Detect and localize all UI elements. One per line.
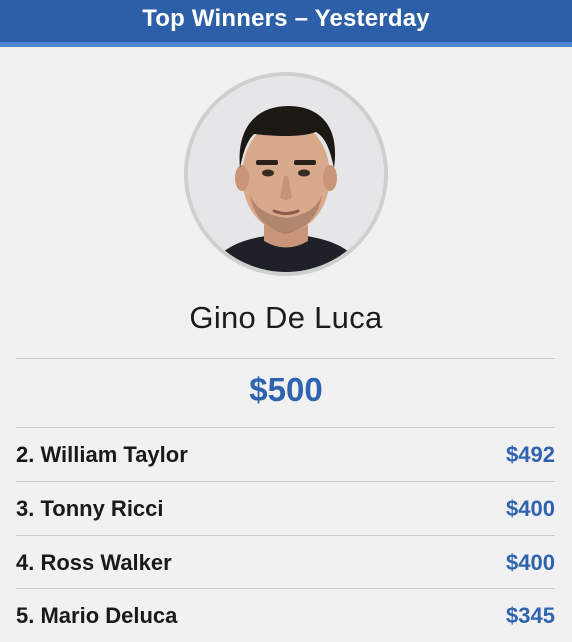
divider [16, 358, 555, 359]
winner-photo [188, 76, 384, 272]
list-item: 3. Tonny Ricci $400 [16, 482, 555, 535]
rank-amount: $400 [506, 549, 555, 575]
rank-amount: $345 [506, 602, 555, 628]
rank-name: 2. William Taylor [16, 441, 188, 467]
rank-name: 4. Ross Walker [16, 549, 172, 575]
avatar [184, 72, 388, 276]
rank-name: 3. Tonny Ricci [16, 495, 164, 521]
rank-name: 5. Mario Deluca [16, 602, 178, 628]
list-item: 2. William Taylor $492 [16, 428, 555, 481]
rank-amount: $400 [506, 495, 555, 521]
list-item: 5. Mario Deluca $345 [16, 589, 555, 642]
list-item: 4. Ross Walker $400 [16, 536, 555, 589]
winner-name: Gino De Luca [189, 300, 383, 335]
header-bar: Top Winners – Yesterday [0, 0, 572, 47]
profile-photo-icon [188, 76, 384, 272]
rank-amount: $492 [506, 441, 555, 467]
winner-amount: $500 [249, 371, 323, 408]
page-title: Top Winners – Yesterday [142, 5, 430, 32]
